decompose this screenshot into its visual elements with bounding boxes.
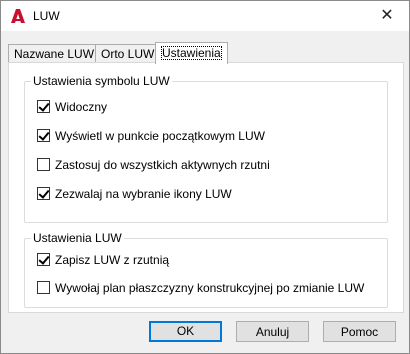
close-button[interactable]: ✕ xyxy=(365,1,409,31)
group-title: Ustawienia LUW xyxy=(31,231,124,245)
option-label: Zezwalaj na wybranie ikony LUW xyxy=(55,186,232,201)
tab-named-ucs[interactable]: Nazwane LUW xyxy=(8,44,101,63)
checkbox[interactable] xyxy=(37,129,50,143)
checkbox[interactable] xyxy=(37,187,50,201)
option-save-ucs-with-viewport[interactable]: Zapisz LUW z rzutnią xyxy=(37,252,169,268)
tab-label: Nazwane LUW xyxy=(14,47,95,61)
ucs-settings-group: Ustawienia LUW Zapisz LUW z rzutnią Wywo… xyxy=(24,231,388,308)
help-button[interactable]: Pomoc xyxy=(323,321,396,342)
checkbox[interactable] xyxy=(37,158,50,172)
cancel-button[interactable]: Anuluj xyxy=(236,321,309,342)
option-label: Zapisz LUW z rzutnią xyxy=(55,252,170,267)
option-apply-to-all-viewports[interactable]: Zastosuj do wszystkich aktywnych rzutni xyxy=(37,157,270,173)
checkbox[interactable] xyxy=(37,253,50,267)
checkbox[interactable] xyxy=(37,281,50,295)
checkbox[interactable] xyxy=(37,100,50,114)
ok-button[interactable]: OK xyxy=(149,321,222,342)
option-label: Widoczny xyxy=(55,99,108,114)
ucs-icon-settings-group: Ustawienia symbolu LUW Widoczny Wyświetl… xyxy=(24,74,388,223)
group-title: Ustawienia symbolu LUW xyxy=(31,74,172,88)
tab-label: Ustawienia xyxy=(161,46,222,60)
tab-settings[interactable]: Ustawienia xyxy=(155,42,228,64)
tab-label: Orto LUW xyxy=(101,47,155,61)
autocad-icon xyxy=(11,9,25,23)
settings-panel: Ustawienia symbolu LUW Widoczny Wyświetl… xyxy=(8,62,404,313)
option-label: Wyświetl w punkcie początkowym LUW xyxy=(55,128,265,143)
option-label: Zastosuj do wszystkich aktywnych rzutni xyxy=(55,157,270,172)
option-update-plan-view[interactable]: Wywołaj plan płaszczyzny konstrukcyjnej … xyxy=(37,280,364,296)
close-icon: ✕ xyxy=(380,7,394,24)
option-visible[interactable]: Widoczny xyxy=(37,99,107,115)
tab-ortho-ucs[interactable]: Orto LUW xyxy=(95,44,161,63)
option-allow-select-icon[interactable]: Zezwalaj na wybranie ikony LUW xyxy=(37,186,232,202)
window-title: LUW xyxy=(33,9,60,23)
title-bar: LUW ✕ xyxy=(1,1,409,31)
option-label: Wywołaj plan płaszczyzny konstrukcyjnej … xyxy=(55,280,365,295)
option-display-at-origin[interactable]: Wyświetl w punkcie początkowym LUW xyxy=(37,128,265,144)
luw-dialog: LUW ✕ Nazwane LUW Orto LUW Ustawienia Us… xyxy=(0,0,410,354)
